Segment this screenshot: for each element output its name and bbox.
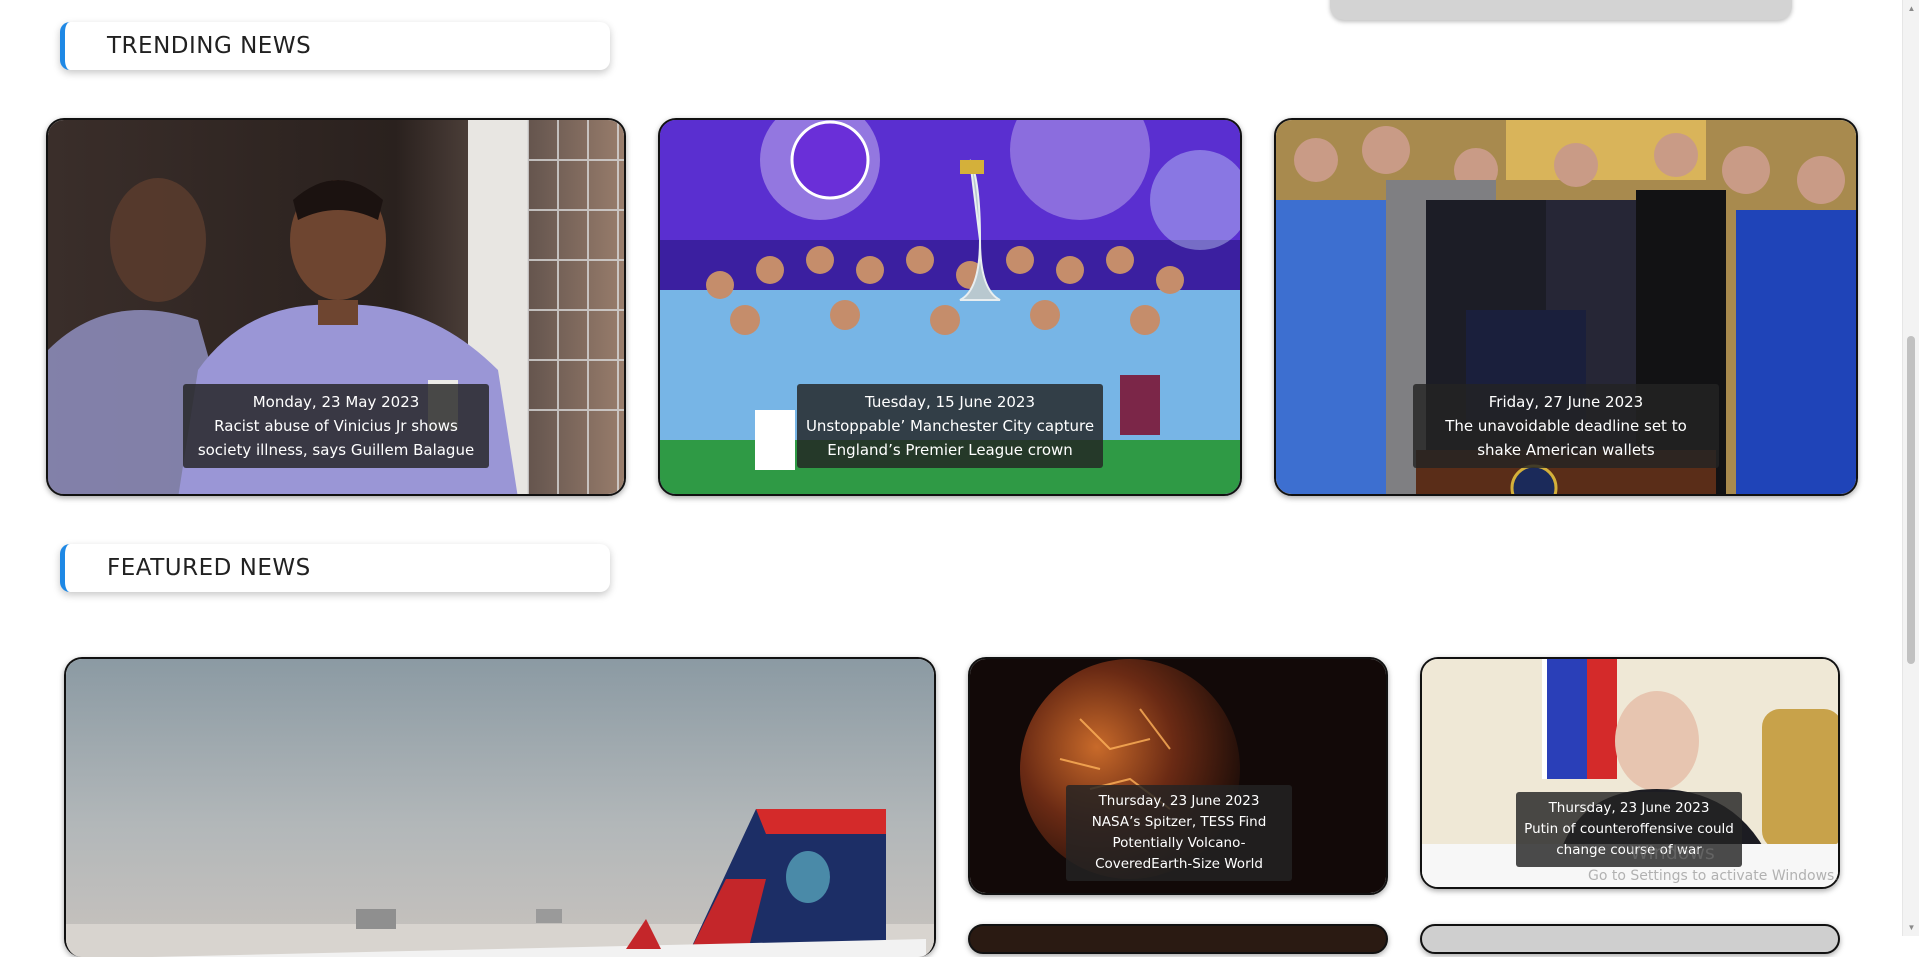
featured-headline-1: NASA’s Spitzer, TESS Find Potentially Vo…: [1091, 814, 1267, 872]
trending-card-white-house[interactable]: Friday, 27 June 2023 The unavoidable dea…: [1274, 118, 1858, 496]
featured-card-airplane[interactable]: [64, 657, 936, 957]
trending-caption-3: Friday, 27 June 2023 The unavoidable dea…: [1413, 384, 1719, 468]
featured-news-header: FEATURED NEWS: [60, 544, 610, 592]
trending-caption-1: Monday, 23 May 2023 Racist abuse of Vini…: [183, 384, 489, 468]
featured-date-1: Thursday, 23 June 2023: [1098, 793, 1260, 809]
trending-headline-2: Unstoppable’ Manchester City capture Eng…: [805, 417, 1095, 459]
airplane-photo: [66, 659, 934, 957]
trending-card-man-city[interactable]: Tuesday, 15 June 2023 Unstoppable’ Manch…: [658, 118, 1242, 496]
featured-card-planet[interactable]: Thursday, 23 June 2023 NASA’s Spitzer, T…: [968, 657, 1388, 895]
scroll-down-icon[interactable]: ▼: [1903, 919, 1919, 936]
trending-news-title: TRENDING NEWS: [107, 33, 312, 59]
sidebar-panel-bottom: [1330, 0, 1792, 20]
activation-watermark-message: Go to Settings to activate Windows.: [1588, 868, 1839, 884]
trending-date-3: Friday, 27 June 2023: [1488, 393, 1644, 411]
featured-card-next-2[interactable]: [1420, 924, 1840, 954]
scrollbar-thumb[interactable]: [1907, 336, 1915, 664]
featured-news-title: FEATURED NEWS: [107, 555, 311, 581]
page-scrollbar[interactable]: ▲ ▼: [1902, 0, 1919, 936]
trending-headline-3: The unavoidable deadline set to shake Am…: [1445, 417, 1687, 459]
featured-date-2: Thursday, 23 June 2023: [1548, 800, 1710, 816]
trending-news-header: TRENDING NEWS: [60, 22, 610, 70]
trending-caption-2: Tuesday, 15 June 2023 Unstoppable’ Manch…: [797, 384, 1103, 468]
trending-date-2: Tuesday, 15 June 2023: [864, 393, 1036, 411]
trending-date-1: Monday, 23 May 2023: [252, 393, 420, 411]
featured-card-next-1[interactable]: [968, 924, 1388, 954]
scroll-up-icon[interactable]: ▲: [1903, 0, 1919, 17]
trending-card-vinicius[interactable]: Monday, 23 May 2023 Racist abuse of Vini…: [46, 118, 626, 496]
featured-caption-1: Thursday, 23 June 2023 NASA’s Spitzer, T…: [1066, 785, 1292, 881]
trending-headline-1: Racist abuse of Vinicius Jr shows societ…: [197, 417, 475, 459]
activation-watermark-title: Windows: [1630, 842, 1715, 864]
